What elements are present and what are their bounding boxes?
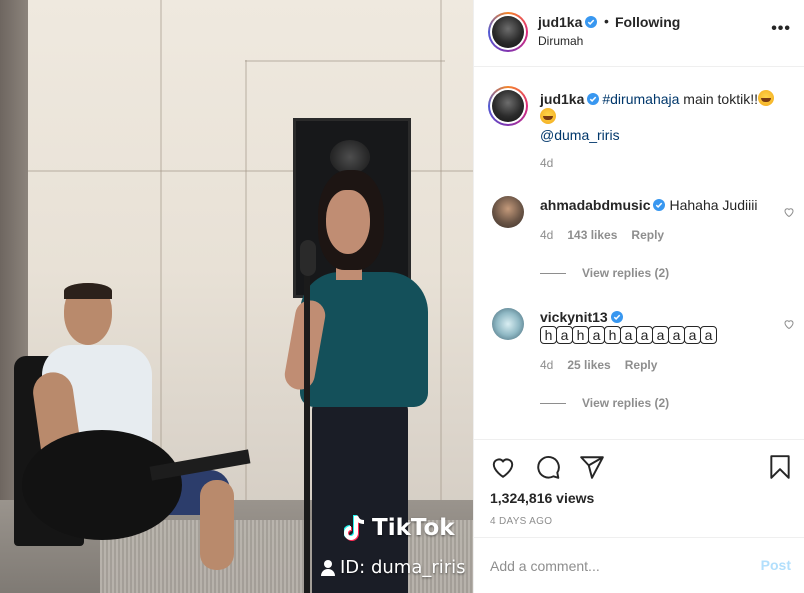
- view-replies-button[interactable]: View replies (2): [540, 266, 669, 280]
- verified-badge-icon: [587, 93, 600, 105]
- boxed-char: a: [636, 326, 653, 344]
- caption-username[interactable]: jud1ka: [540, 91, 584, 107]
- tiktok-brand-text: TikTok: [372, 515, 455, 541]
- caption-hashtag[interactable]: #dirumahaja: [602, 91, 679, 107]
- comment-avatar[interactable]: [492, 196, 524, 228]
- caption-text: main toktik!!: [679, 91, 759, 107]
- add-comment-bar: Post: [474, 537, 804, 593]
- post-actions: 1,324,816 views 4 DAYS AGO: [474, 439, 804, 537]
- comment-heart-icon[interactable]: [783, 318, 795, 330]
- caption-mention[interactable]: @duma_riris: [540, 127, 620, 143]
- post-date[interactable]: 4 DAYS AGO: [490, 516, 552, 527]
- laughing-emoji-icon: [758, 90, 775, 106]
- comment-avatar[interactable]: [492, 308, 524, 340]
- laughing-emoji-icon: [540, 108, 556, 124]
- reply-button[interactable]: Reply: [625, 358, 658, 372]
- boxed-char: a: [668, 326, 685, 344]
- header-avatar[interactable]: [488, 12, 528, 52]
- comment-body-boxed: hahahaaaaaa: [540, 326, 717, 344]
- comment-time[interactable]: 4d: [540, 358, 553, 372]
- boxed-char: a: [700, 326, 717, 344]
- share-icon[interactable]: [579, 454, 605, 480]
- comment-icon[interactable]: [535, 454, 561, 480]
- view-replies-label: View replies (2): [582, 266, 670, 280]
- comment-meta: 4d 143 likes Reply: [540, 228, 664, 242]
- boxed-char: a: [620, 326, 637, 344]
- header-username[interactable]: jud1ka: [538, 14, 582, 30]
- following-button[interactable]: Following: [615, 14, 680, 30]
- more-options-icon[interactable]: •••: [771, 20, 791, 38]
- comment-meta: 4d 25 likes Reply: [540, 358, 657, 372]
- replies-divider: [540, 272, 566, 274]
- add-comment-input[interactable]: [490, 555, 740, 577]
- location-link[interactable]: Dirumah: [538, 34, 583, 48]
- person-icon: [321, 559, 335, 576]
- comment-likes[interactable]: 25 likes: [567, 358, 610, 372]
- view-replies-button[interactable]: View replies (2): [540, 396, 669, 410]
- tiktok-watermark: TikTok: [343, 514, 455, 542]
- boxed-char: a: [556, 326, 573, 344]
- boxed-char: a: [684, 326, 701, 344]
- comment-heart-icon[interactable]: [783, 206, 795, 218]
- tiktok-note-icon: [343, 514, 366, 542]
- boxed-char: h: [572, 326, 589, 344]
- guitar: [22, 430, 182, 540]
- caption-time[interactable]: 4d: [540, 156, 553, 170]
- tiktok-id-text: ID: duma_riris: [340, 557, 466, 578]
- post-side-panel: jud1ka • Following Dirumah ••• jud1ka #di…: [473, 0, 804, 593]
- comment-username[interactable]: ahmadabdmusic: [540, 197, 650, 213]
- tiktok-user-id: ID: duma_riris: [320, 557, 466, 578]
- caption: jud1ka #dirumahaja main toktik!! @duma_ri…: [540, 90, 790, 144]
- boxed-char: h: [540, 326, 557, 344]
- boxed-char: a: [588, 326, 605, 344]
- singer-face: [326, 190, 370, 254]
- wall-picture-art: [330, 140, 370, 174]
- verified-badge-icon: [610, 311, 623, 323]
- post-button[interactable]: Post: [761, 557, 791, 573]
- boxed-char: a: [652, 326, 669, 344]
- comment-likes[interactable]: 143 likes: [567, 228, 617, 242]
- microphone: [300, 240, 316, 276]
- verified-badge-icon: [585, 16, 598, 28]
- bookmark-icon[interactable]: [767, 454, 793, 480]
- guitarist-shin: [200, 480, 234, 570]
- reply-button[interactable]: Reply: [631, 228, 664, 242]
- post-header: jud1ka • Following Dirumah •••: [474, 0, 804, 67]
- comment-body: Hahaha Judiiii: [669, 197, 758, 213]
- comment-text: vickynit13 hahahaaaaaa: [540, 308, 717, 344]
- replies-divider: [540, 402, 566, 404]
- guitarist-hair: [64, 283, 112, 299]
- heart-icon[interactable]: [490, 454, 516, 480]
- view-count[interactable]: 1,324,816 views: [490, 490, 594, 506]
- caption-avatar[interactable]: [488, 86, 528, 126]
- verified-badge-icon: [653, 199, 666, 211]
- header-separator: •: [604, 13, 609, 29]
- comment-text: ahmadabdmusic Hahaha Judiiii: [540, 196, 757, 214]
- header-username-wrap: jud1ka: [538, 14, 598, 30]
- boxed-char: h: [604, 326, 621, 344]
- post-video[interactable]: TikTok ID: duma_riris: [0, 0, 473, 593]
- view-replies-label: View replies (2): [582, 396, 670, 410]
- comment-username[interactable]: vickynit13: [540, 309, 608, 325]
- mic-stand: [304, 252, 310, 593]
- comment-time[interactable]: 4d: [540, 228, 553, 242]
- wall-seam: [245, 60, 445, 62]
- comments-list[interactable]: jud1ka #dirumahaja main toktik!! @duma_ri…: [474, 68, 804, 439]
